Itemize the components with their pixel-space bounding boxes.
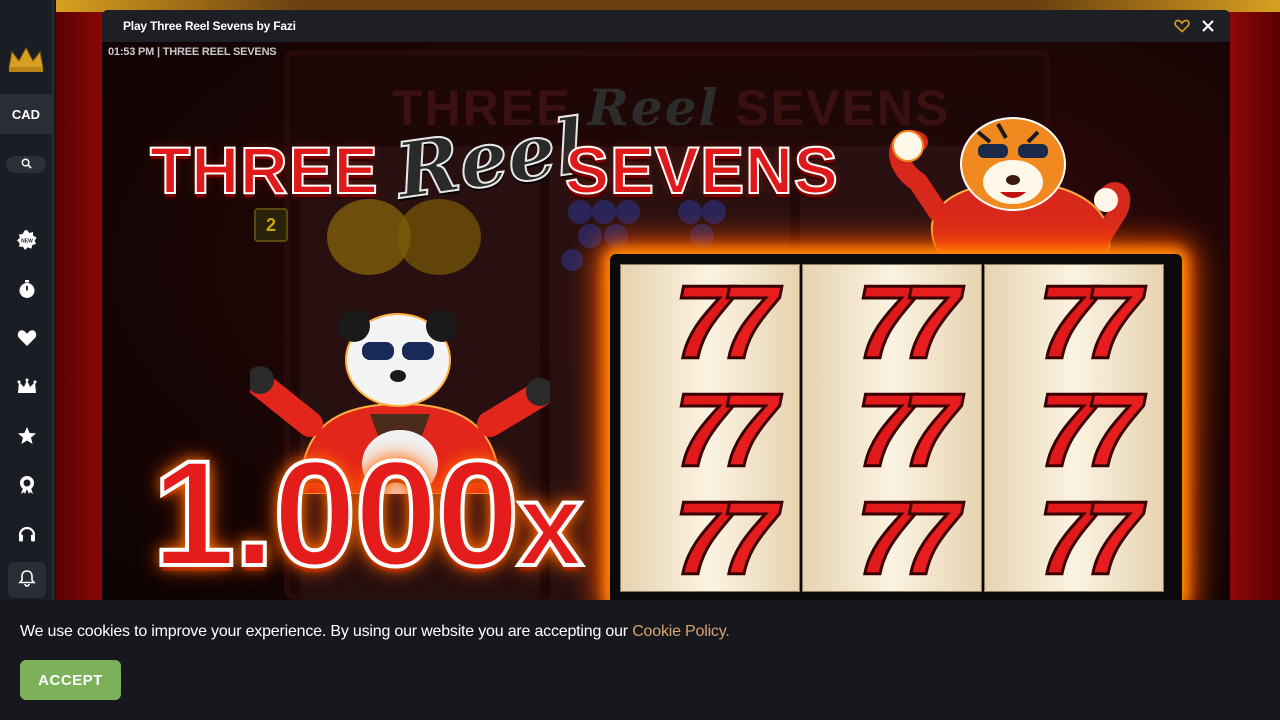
game-window-title: Play Three Reel Sevens by Fazi <box>123 19 296 33</box>
headset-icon[interactable] <box>15 522 39 546</box>
svg-text:7: 7 <box>902 486 964 586</box>
multiplier-text: 1.000x <box>150 436 585 591</box>
seven-symbol: 77 <box>628 486 792 586</box>
tiger-mascot-image <box>889 117 1131 257</box>
seven-symbol: 77 <box>628 378 792 478</box>
favorite-heart-icon[interactable] <box>1174 18 1190 34</box>
accept-cookies-button[interactable]: ACCEPT <box>20 660 121 700</box>
seven-symbol: 77 <box>628 270 792 370</box>
seven-symbol: 77 <box>810 270 974 370</box>
cookie-banner: We use cookies to improve your experienc… <box>0 600 1280 720</box>
cookie-policy-link[interactable]: Cookie Policy. <box>632 623 730 640</box>
game-canvas[interactable]: THREE Reel SEVENS 2 THREE Reel SEVENS 7 … <box>102 42 1230 600</box>
stopwatch-icon[interactable] <box>15 277 39 301</box>
star-icon[interactable] <box>15 424 39 448</box>
seven-symbol: 77 <box>992 270 1156 370</box>
svg-text:7: 7 <box>720 486 782 586</box>
heart-icon[interactable] <box>15 326 39 350</box>
search-icon <box>21 156 32 174</box>
currency-label: CAD <box>11 106 41 122</box>
session-clock: 01:53 PM <box>108 46 155 58</box>
svg-text:7: 7 <box>902 270 964 370</box>
title-word-sevens: SEVENS <box>564 132 839 208</box>
game-titlebar: Play Three Reel Sevens by Fazi <box>102 10 1230 42</box>
svg-text:7: 7 <box>720 378 782 478</box>
notifications-button[interactable] <box>8 562 46 598</box>
cookie-message: We use cookies to improve your experienc… <box>20 623 730 641</box>
multiplier-suffix: x <box>515 459 585 591</box>
session-game-name: THREE REEL SEVENS <box>162 46 277 58</box>
svg-text:NEW: NEW <box>21 239 33 245</box>
seven-symbol: 77 <box>992 378 1156 478</box>
seven-symbol: 77 <box>810 486 974 586</box>
currency-selector[interactable]: CAD <box>0 94 53 134</box>
cookie-text: We use cookies to improve your experienc… <box>20 623 628 640</box>
seven-symbol: 77 <box>810 378 974 478</box>
svg-text:7: 7 <box>1084 486 1146 586</box>
crown-logo[interactable] <box>6 44 46 74</box>
svg-text:7: 7 <box>1084 270 1146 370</box>
multiplier-number: 1.000 <box>150 429 521 597</box>
close-icon[interactable] <box>1200 18 1216 34</box>
svg-text:7: 7 <box>1084 378 1146 478</box>
title-word-three: THREE <box>149 132 379 208</box>
trophy-icon[interactable] <box>15 473 39 497</box>
svg-text:7: 7 <box>720 270 782 370</box>
svg-text:7: 7 <box>902 378 964 478</box>
search-button[interactable] <box>6 156 46 173</box>
game-logo-title: THREE Reel SEVENS <box>149 100 850 232</box>
sevens-grid: 777777777777777777 <box>610 254 1182 600</box>
crown-icon[interactable] <box>15 375 39 399</box>
session-info: 01:53 PM | THREE REEL SEVENS <box>108 46 277 58</box>
bell-icon <box>18 569 36 592</box>
seven-symbol: 77 <box>992 486 1156 586</box>
new-badge-icon[interactable]: NEW <box>15 228 39 252</box>
game-window: Play Three Reel Sevens by Fazi THREE Ree… <box>102 10 1230 600</box>
